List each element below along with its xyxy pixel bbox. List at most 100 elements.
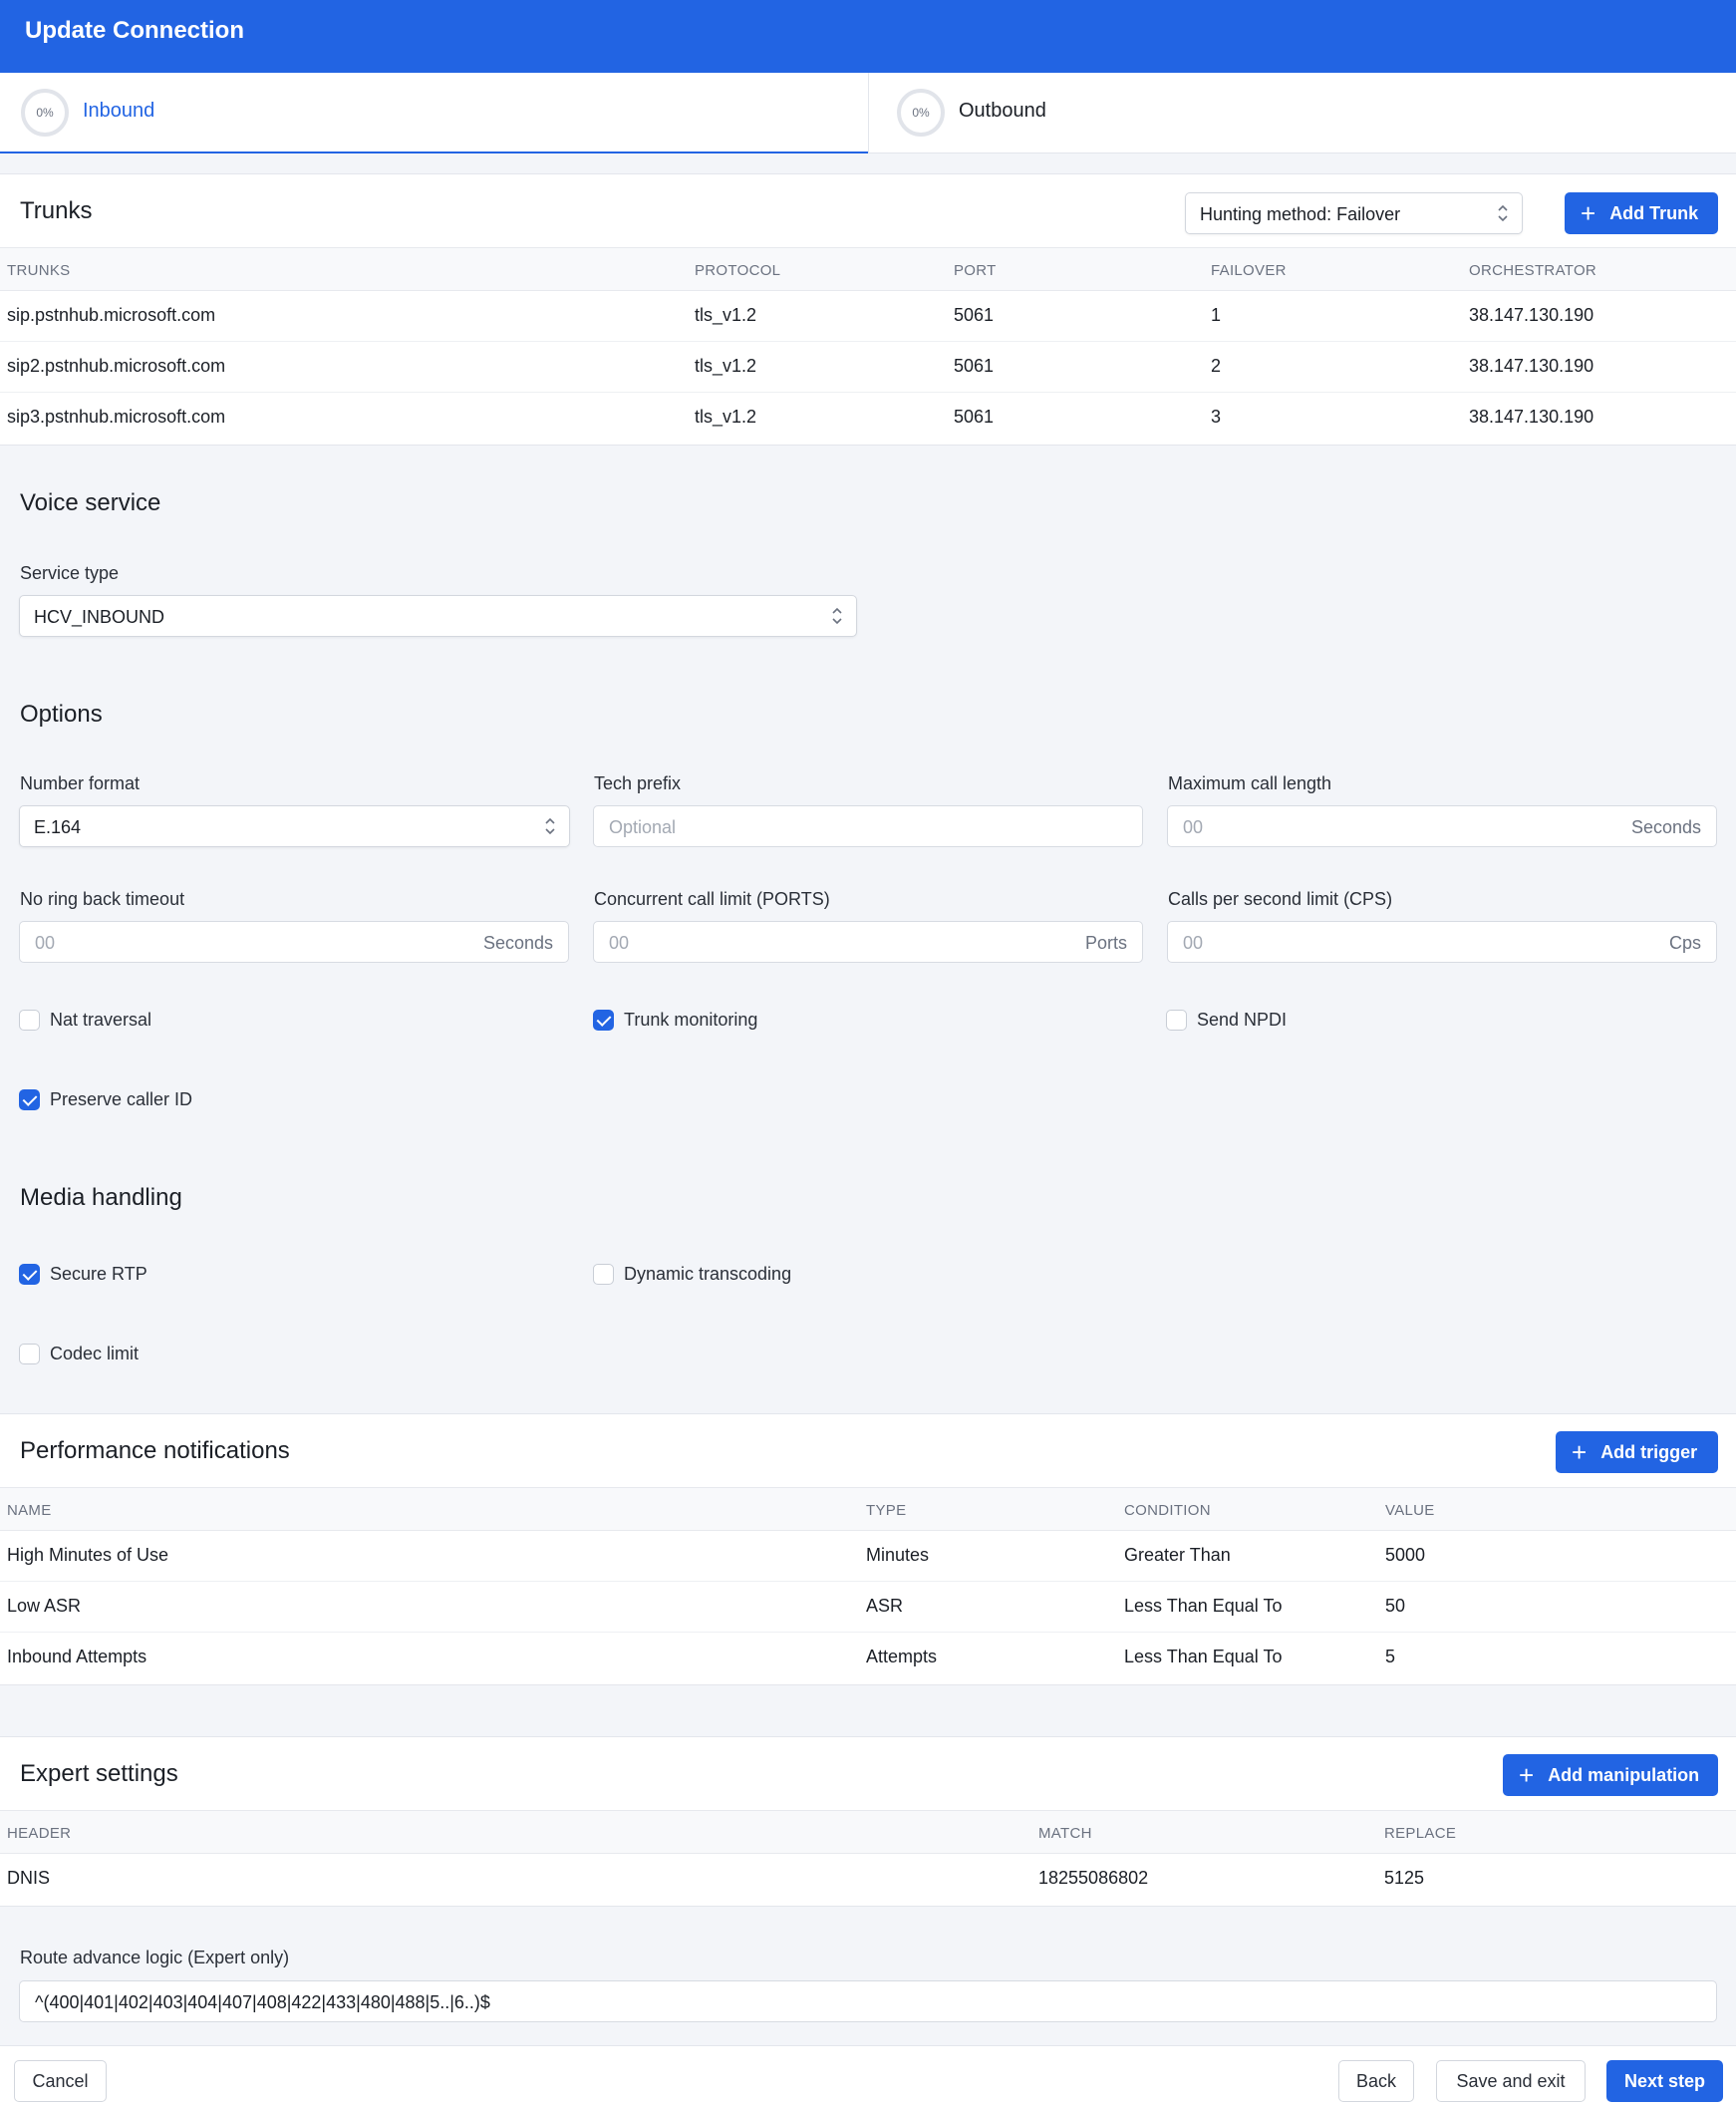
tab-inbound-label: Inbound [83, 100, 155, 122]
expert-settings-header: Expert settings + Add manipulation [0, 1737, 1736, 1811]
trigger-condition: Less Than Equal To [1124, 1647, 1283, 1666]
trigger-name: Inbound Attempts [7, 1647, 147, 1666]
media-handling-title: Media handling [20, 1184, 182, 1211]
cps-limit-placeholder: 00 [1183, 933, 1204, 953]
tech-prefix-placeholder: Optional [609, 817, 677, 837]
trigger-name: High Minutes of Use [7, 1545, 169, 1565]
table-row[interactable]: High Minutes of Use Minutes Greater Than… [0, 1531, 1736, 1582]
add-trigger-button[interactable]: + Add trigger [1556, 1431, 1718, 1473]
column-header: PROTOCOL [695, 262, 781, 279]
trunk-orchestrator: 38.147.130.190 [1469, 305, 1594, 325]
performance-header: Performance notifications + Add trigger [0, 1414, 1736, 1488]
add-trunk-label: Add Trunk [1609, 202, 1699, 223]
column-header: MATCH [1038, 1825, 1092, 1842]
add-manipulation-button[interactable]: + Add manipulation [1503, 1754, 1718, 1796]
manipulation-header: DNIS [7, 1868, 51, 1888]
trigger-type: ASR [866, 1596, 904, 1616]
tab-outbound-label: Outbound [959, 100, 1046, 122]
table-row[interactable]: Inbound Attempts Attempts Less Than Equa… [0, 1633, 1736, 1683]
checkbox-box[interactable] [593, 1010, 614, 1031]
cps-limit-input[interactable]: 00 Cps [1167, 921, 1717, 963]
column-header: HEADER [7, 1825, 72, 1842]
trunks-header: Trunks Hunting method: Failover + Add Tr… [0, 174, 1736, 248]
tab-inbound[interactable]: 0% Inbound [0, 73, 868, 153]
trunk-protocol: tls_v1.2 [695, 305, 757, 325]
preserve-caller-id-checkbox[interactable]: Preserve caller ID [19, 1089, 192, 1110]
max-call-length-input[interactable]: 00 Seconds [1167, 805, 1717, 847]
cancel-button[interactable]: Cancel [14, 2060, 107, 2102]
add-trigger-label: Add trigger [1600, 1441, 1698, 1462]
checkbox-box[interactable] [1166, 1010, 1187, 1031]
app-header: Update Connection [0, 0, 1736, 73]
trunk-failover: 1 [1211, 305, 1222, 325]
column-header: CONDITION [1124, 1502, 1211, 1519]
table-row[interactable]: sip2.pstnhub.microsoft.com tls_v1.2 5061… [0, 342, 1736, 393]
unit-suffix: Seconds [482, 933, 553, 953]
table-row[interactable]: DNIS 18255086802 5125 [0, 1854, 1736, 1905]
table-row[interactable]: sip.pstnhub.microsoft.com tls_v1.2 5061 … [0, 291, 1736, 342]
unit-suffix: Seconds [1630, 817, 1701, 837]
max-call-length-label: Maximum call length [1168, 773, 1332, 793]
add-manipulation-label: Add manipulation [1548, 1764, 1700, 1785]
no-ring-back-label: No ring back timeout [20, 889, 185, 909]
service-type-value: HCV_INBOUND [34, 607, 165, 627]
trunk-port: 5061 [954, 356, 995, 376]
secure-rtp-checkbox[interactable]: Secure RTP [19, 1264, 147, 1285]
concurrent-call-limit-label: Concurrent call limit (PORTS) [594, 889, 830, 909]
trigger-name: Low ASR [7, 1596, 82, 1616]
service-type-select[interactable]: HCV_INBOUND [19, 595, 857, 637]
tech-prefix-input[interactable]: Optional [593, 805, 1143, 847]
table-row[interactable]: sip3.pstnhub.microsoft.com tls_v1.2 5061… [0, 393, 1736, 444]
back-button[interactable]: Back [1338, 2060, 1414, 2102]
hunting-method-select[interactable]: Hunting method: Failover [1185, 192, 1523, 234]
trunk-monitoring-label: Trunk monitoring [624, 1010, 758, 1030]
cps-limit-label: Calls per second limit (CPS) [1168, 889, 1393, 909]
secure-rtp-label: Secure RTP [50, 1264, 147, 1284]
trunk-monitoring-checkbox[interactable]: Trunk monitoring [593, 1010, 757, 1031]
number-format-value: E.164 [34, 817, 82, 837]
checkbox-box[interactable] [19, 1010, 40, 1031]
voice-service-title: Voice service [20, 489, 161, 516]
trigger-type: Attempts [866, 1647, 938, 1666]
checkbox-box[interactable] [593, 1264, 614, 1285]
trunk-host: sip3.pstnhub.microsoft.com [7, 407, 226, 427]
send-npdi-checkbox[interactable]: Send NPDI [1166, 1010, 1287, 1031]
dynamic-transcoding-checkbox[interactable]: Dynamic transcoding [593, 1264, 791, 1285]
trunk-failover: 2 [1211, 356, 1222, 376]
save-and-exit-button[interactable]: Save and exit [1436, 2060, 1586, 2102]
hunting-method-value: Hunting method: Failover [1200, 204, 1401, 224]
number-format-select[interactable]: E.164 [19, 805, 570, 847]
tab-outbound[interactable]: 0% Outbound [868, 73, 1736, 153]
chevron-updown-icon [1498, 204, 1508, 222]
service-type-label: Service type [20, 563, 120, 583]
concurrent-call-limit-input[interactable]: 00 Ports [593, 921, 1143, 963]
trigger-value: 50 [1385, 1596, 1406, 1616]
add-trunk-button[interactable]: + Add Trunk [1565, 192, 1718, 234]
manipulation-replace: 5125 [1384, 1868, 1425, 1888]
route-advance-input[interactable]: ^(400|401|402|403|404|407|408|422|433|48… [19, 1980, 1717, 2022]
nat-traversal-label: Nat traversal [50, 1010, 152, 1030]
trunk-orchestrator: 38.147.130.190 [1469, 407, 1594, 427]
table-row[interactable]: Low ASR ASR Less Than Equal To 50 [0, 1582, 1736, 1633]
expert-table-header: HEADER MATCH REPLACE [0, 1811, 1736, 1854]
checkbox-box[interactable] [19, 1089, 40, 1110]
checkbox-box[interactable] [19, 1344, 40, 1364]
chevron-updown-icon [545, 817, 555, 835]
send-npdi-label: Send NPDI [1197, 1010, 1288, 1030]
column-header: PORT [954, 262, 997, 279]
trunks-panel: Trunks Hunting method: Failover + Add Tr… [0, 173, 1736, 446]
preserve-caller-id-label: Preserve caller ID [50, 1089, 193, 1109]
performance-title: Performance notifications [20, 1437, 290, 1464]
tech-prefix-label: Tech prefix [594, 773, 682, 793]
page-title: Update Connection [25, 17, 244, 44]
codec-limit-checkbox[interactable]: Codec limit [19, 1344, 139, 1364]
next-step-button[interactable]: Next step [1606, 2060, 1723, 2102]
nat-traversal-checkbox[interactable]: Nat traversal [19, 1010, 151, 1031]
no-ring-back-placeholder: 00 [35, 933, 56, 953]
trunks-table-header: TRUNKS PROTOCOL PORT FAILOVER ORCHESTRAT… [0, 248, 1736, 291]
checkbox-box[interactable] [19, 1264, 40, 1285]
number-format-label: Number format [20, 773, 141, 793]
trunk-port: 5061 [954, 407, 995, 427]
route-advance-label: Route advance logic (Expert only) [20, 1948, 290, 1967]
no-ring-back-input[interactable]: 00 Seconds [19, 921, 569, 963]
